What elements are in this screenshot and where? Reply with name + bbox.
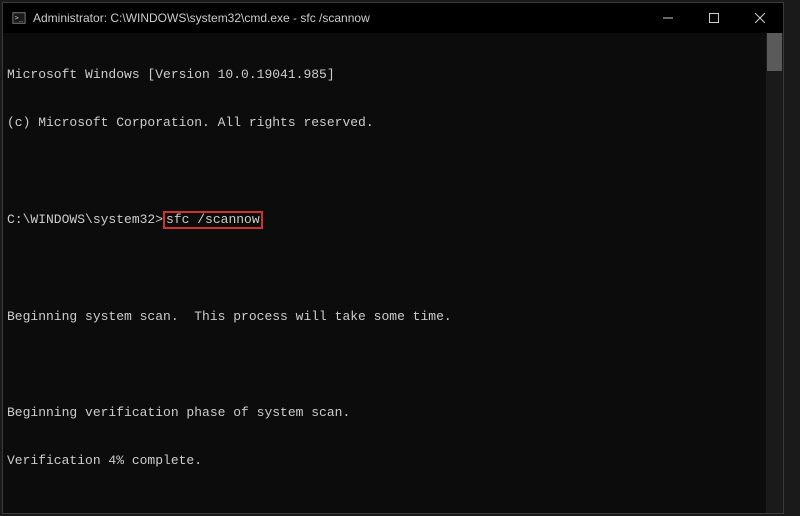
prompt-line: C:\WINDOWS\system32>sfc /scannow	[7, 211, 762, 229]
window-title: Administrator: C:\WINDOWS\system32\cmd.e…	[33, 11, 645, 25]
close-button[interactable]	[737, 3, 783, 33]
svg-text:>_: >_	[15, 14, 24, 22]
terminal-content[interactable]: Microsoft Windows [Version 10.0.19041.98…	[3, 33, 766, 513]
output-line	[7, 163, 762, 179]
prompt-text: C:\WINDOWS\system32>	[7, 212, 163, 227]
window-controls	[645, 3, 783, 33]
terminal-area: Microsoft Windows [Version 10.0.19041.98…	[3, 33, 783, 513]
command-highlight: sfc /scannow	[163, 211, 263, 229]
maximize-button[interactable]	[691, 3, 737, 33]
output-line: Beginning system scan. This process will…	[7, 309, 762, 325]
output-line	[7, 357, 762, 373]
scrollbar-thumb[interactable]	[767, 33, 782, 71]
output-line: Microsoft Windows [Version 10.0.19041.98…	[7, 67, 762, 83]
output-line: Beginning verification phase of system s…	[7, 405, 762, 421]
output-line: Verification 4% complete.	[7, 453, 762, 469]
vertical-scrollbar[interactable]	[766, 33, 783, 513]
minimize-button[interactable]	[645, 3, 691, 33]
terminal-window: >_ Administrator: C:\WINDOWS\system32\cm…	[2, 2, 784, 514]
cmd-icon: >_	[11, 10, 27, 26]
titlebar[interactable]: >_ Administrator: C:\WINDOWS\system32\cm…	[3, 3, 783, 33]
output-line: (c) Microsoft Corporation. All rights re…	[7, 115, 762, 131]
output-line	[7, 261, 762, 277]
